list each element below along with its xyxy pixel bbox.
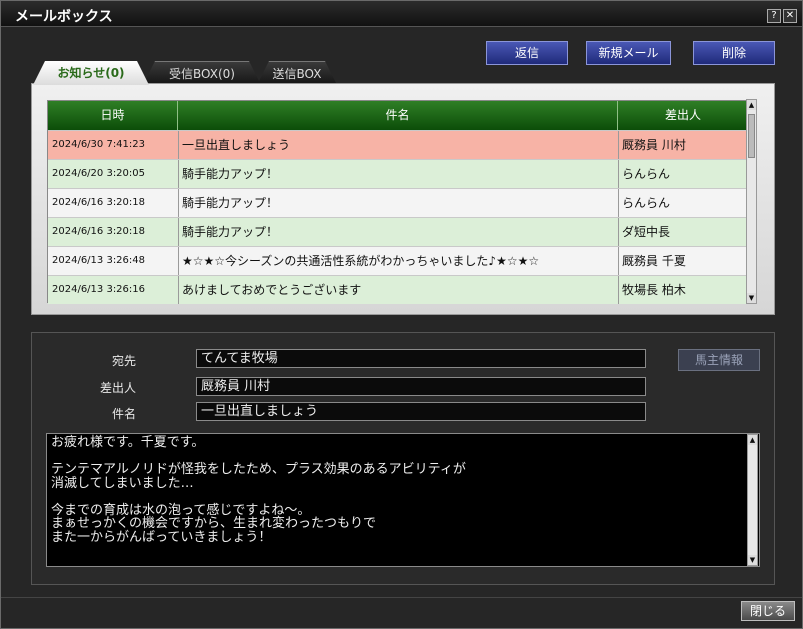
mail-row-sender: ダ短中長 [622, 225, 671, 239]
mail-list: 日時 件名 差出人 2024/6/30 7:41:23 一旦出直しましょう 厩務… [47, 100, 748, 304]
mail-row-date: 2024/6/16 3:20:18 [52, 197, 146, 208]
mail-row-subject: 一旦出直しましょう [182, 138, 291, 152]
mail-row[interactable]: 2024/6/13 3:26:48 ★☆★☆今シーズンの共通活性系統がわかっちゃ… [48, 246, 748, 275]
mail-row-date: 2024/6/13 3:26:48 [52, 255, 146, 266]
column-header-sender[interactable]: 差出人 [618, 101, 748, 130]
mail-list-scrollbar[interactable]: ▲ ▼ [746, 99, 757, 304]
mail-row-sender: 牧場長 柏木 [622, 283, 686, 297]
column-header-date[interactable]: 日時 [48, 101, 178, 130]
mail-row[interactable]: 2024/6/16 3:20:18 騎手能力アップ！ らんらん [48, 188, 748, 217]
scroll-thumb[interactable] [748, 114, 755, 158]
tab-sent-box[interactable]: 送信BOX [257, 61, 337, 85]
tab-notice[interactable]: お知らせ(0) [33, 61, 149, 85]
mail-row[interactable]: 2024/6/13 3:26:16 あけましておめでとうございます 牧場長 柏木 [48, 275, 748, 304]
title-bar: メールボックス ? ✕ [1, 1, 802, 27]
mail-list-header: 日時 件名 差出人 [48, 101, 746, 130]
close-button[interactable]: 閉じる [741, 601, 795, 621]
mail-row-date: 2024/6/16 3:20:18 [52, 226, 146, 237]
reply-button[interactable]: 返信 [486, 41, 568, 65]
mail-row[interactable]: 2024/6/16 3:20:18 騎手能力アップ！ ダ短中長 [48, 217, 748, 246]
scroll-up-arrow-icon[interactable]: ▲ [748, 435, 757, 445]
scroll-down-arrow-icon[interactable]: ▼ [748, 555, 757, 565]
mail-row[interactable]: 2024/6/20 3:20:05 騎手能力アップ！ らんらん [48, 159, 748, 188]
to-field: てんてま牧場 [196, 349, 646, 368]
mail-row-subject: 騎手能力アップ！ [182, 167, 279, 181]
mail-detail-panel: 宛先 てんてま牧場 差出人 厩務員 川村 件名 一旦出直しましょう 馬主情報 お… [31, 332, 775, 585]
mail-row-date: 2024/6/30 7:41:23 [52, 139, 146, 150]
mail-row-subject: ★☆★☆今シーズンの共通活性系統がわかっちゃいました♪★☆★☆ [182, 254, 540, 268]
from-label: 差出人 [99, 381, 136, 395]
mail-row-date: 2024/6/20 3:20:05 [52, 168, 146, 179]
mail-row-sender: らんらん [622, 167, 671, 181]
mail-row-subject: 騎手能力アップ！ [182, 225, 279, 239]
owner-info-button[interactable]: 馬主情報 [678, 349, 760, 371]
mail-row-subject: 騎手能力アップ！ [182, 196, 279, 210]
to-label: 宛先 [111, 354, 136, 368]
mail-row-sender: らんらん [622, 196, 671, 210]
new-mail-button[interactable]: 新規メール [586, 41, 671, 65]
mail-list-panel: 日時 件名 差出人 2024/6/30 7:41:23 一旦出直しましょう 厩務… [31, 83, 775, 315]
subject-field: 一旦出直しましょう [196, 402, 646, 421]
scroll-down-arrow-icon[interactable]: ▼ [747, 293, 756, 303]
from-field: 厩務員 川村 [196, 377, 646, 396]
mail-row-sender: 厩務員 千夏 [622, 254, 686, 268]
delete-button[interactable]: 削除 [693, 41, 775, 65]
tab-inbox[interactable]: 受信BOX(0) [143, 61, 261, 85]
column-header-subject[interactable]: 件名 [178, 101, 618, 130]
mailbox-window: メールボックス ? ✕ 返信 新規メール 削除 送信BOX 受信BOX(0) お… [0, 0, 803, 629]
mail-row-date: 2024/6/13 3:26:16 [52, 284, 146, 295]
window-title: メールボックス [15, 9, 113, 25]
mail-row-sender: 厩務員 川村 [622, 138, 686, 152]
subject-label: 件名 [111, 407, 136, 421]
mail-body-scrollbar[interactable]: ▲ ▼ [747, 434, 758, 566]
mail-row-subject: あけましておめでとうございます [182, 283, 362, 297]
scroll-up-arrow-icon[interactable]: ▲ [747, 100, 756, 110]
help-button[interactable]: ? [767, 9, 781, 23]
window-close-button[interactable]: ✕ [783, 9, 797, 23]
mail-body: お疲れ様です。千夏です。 テンテマアルノリドが怪我をしたため、プラス効果のあるア… [46, 433, 760, 567]
mail-row[interactable]: 2024/6/30 7:41:23 一旦出直しましょう 厩務員 川村 [48, 130, 748, 159]
footer-divider [1, 597, 802, 598]
